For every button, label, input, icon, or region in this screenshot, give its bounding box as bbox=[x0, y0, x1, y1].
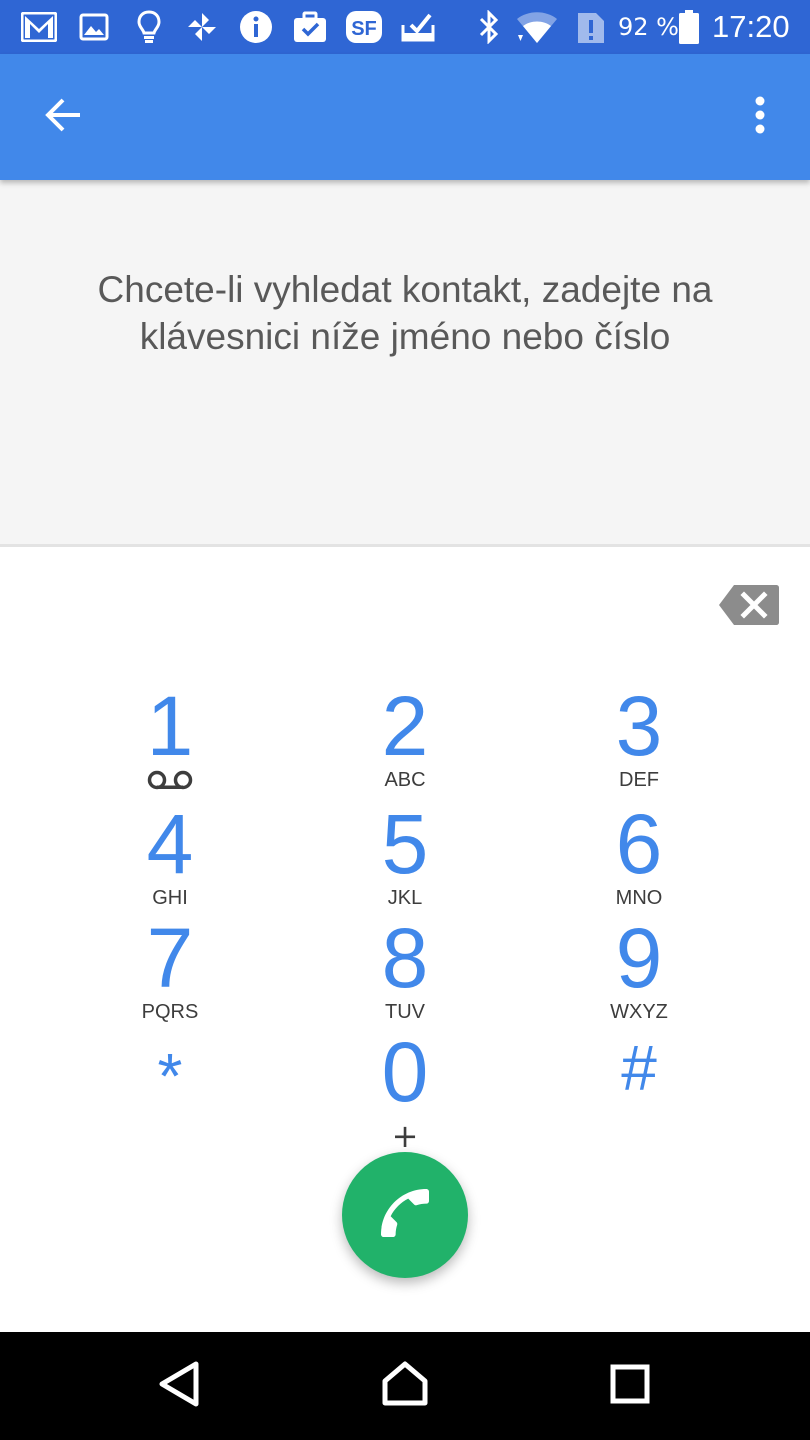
key-letters: PQRS bbox=[141, 1001, 199, 1023]
backspace-icon bbox=[718, 583, 780, 631]
voicemail-icon bbox=[147, 770, 193, 794]
battery-percent: 92 % bbox=[618, 13, 679, 41]
call-button[interactable] bbox=[342, 1152, 468, 1278]
home-icon bbox=[381, 1361, 429, 1411]
dialpad-key-3[interactable]: 3 DEF bbox=[539, 684, 739, 796]
back-button[interactable] bbox=[30, 84, 96, 150]
dialpad-key-star[interactable]: * bbox=[70, 1034, 270, 1146]
tray-check-icon bbox=[399, 9, 437, 45]
sf-app-icon: SF bbox=[345, 9, 383, 45]
more-vert-icon bbox=[754, 96, 766, 138]
bluetooth-icon bbox=[470, 9, 508, 45]
key-digit: * bbox=[157, 1040, 183, 1112]
dialpad-key-4[interactable]: 4 GHI bbox=[70, 802, 270, 914]
nav-back-button[interactable] bbox=[148, 1354, 212, 1418]
key-digit: 5 bbox=[381, 797, 429, 891]
key-letters: WXYZ bbox=[610, 1001, 668, 1023]
dialpad-key-8[interactable]: 8 TUV bbox=[305, 916, 505, 1028]
dialpad-key-7[interactable]: 7 PQRS bbox=[70, 916, 270, 1028]
dialpad-key-1[interactable]: 1 bbox=[70, 684, 270, 796]
info-icon bbox=[237, 9, 275, 45]
key-digit: 3 bbox=[615, 679, 663, 773]
key-digit: 4 bbox=[146, 797, 194, 891]
wifi-icon bbox=[514, 9, 560, 45]
key-digit: 1 bbox=[146, 679, 194, 773]
key-letters: JKL bbox=[387, 887, 423, 909]
key-letters: GHI bbox=[152, 887, 188, 909]
key-digit: # bbox=[621, 1032, 657, 1104]
briefcase-check-icon bbox=[291, 9, 329, 45]
key-digit: 6 bbox=[615, 797, 663, 891]
status-bar: SF 92 % 17:20 bbox=[0, 0, 810, 54]
back-triangle-icon bbox=[158, 1360, 202, 1412]
key-letters: TUV bbox=[385, 1001, 425, 1023]
key-letters: ABC bbox=[384, 769, 426, 791]
backspace-button[interactable] bbox=[714, 580, 784, 634]
search-hint: Chcete-li vyhledat kontakt, zadejte na k… bbox=[97, 269, 713, 357]
key-letters: MNO bbox=[615, 887, 663, 909]
key-letters: + bbox=[391, 1117, 419, 1155]
search-results-area: Chcete-li vyhledat kontakt, zadejte na k… bbox=[0, 180, 810, 544]
dialpad-key-6[interactable]: 6 MNO bbox=[539, 802, 739, 914]
dialpad-key-2[interactable]: 2 ABC bbox=[305, 684, 505, 796]
app-bar bbox=[0, 54, 810, 180]
gallery-icon bbox=[75, 9, 113, 45]
battery-icon bbox=[674, 9, 704, 45]
key-digit: 2 bbox=[381, 679, 429, 773]
key-digit: 8 bbox=[381, 911, 429, 1005]
nav-home-button[interactable] bbox=[373, 1354, 437, 1418]
key-digit: 0 bbox=[381, 1025, 429, 1119]
key-digit: 9 bbox=[615, 911, 663, 1005]
navigation-bar bbox=[0, 1332, 810, 1440]
svg-text:SF: SF bbox=[351, 18, 377, 40]
dialpad-key-0[interactable]: 0 + bbox=[305, 1025, 505, 1152]
key-digit: 7 bbox=[146, 911, 194, 1005]
arrow-back-icon bbox=[43, 97, 83, 137]
overflow-menu-button[interactable] bbox=[730, 84, 790, 150]
lightbulb-icon bbox=[130, 9, 168, 45]
key-letters: DEF bbox=[619, 769, 659, 791]
clock: 17:20 bbox=[712, 9, 790, 44]
recents-icon bbox=[610, 1364, 650, 1408]
dialpad-key-5[interactable]: 5 JKL bbox=[305, 802, 505, 914]
gmail-icon bbox=[20, 9, 58, 45]
sim-alert-icon bbox=[572, 9, 610, 45]
phone-icon bbox=[373, 1181, 437, 1249]
pinwheel-icon bbox=[183, 9, 221, 45]
nav-recents-button[interactable] bbox=[598, 1354, 662, 1418]
dialpad-key-9[interactable]: 9 WXYZ bbox=[539, 916, 739, 1028]
dialpad-key-hash[interactable]: # bbox=[539, 1026, 739, 1138]
